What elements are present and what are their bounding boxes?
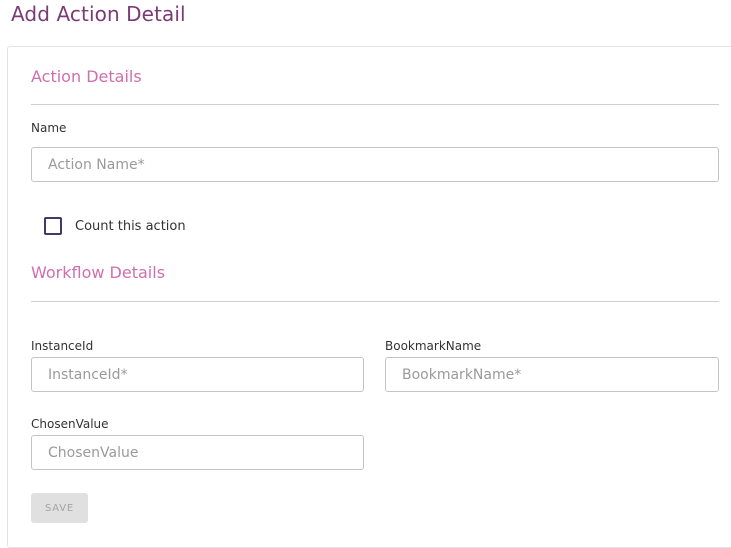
chosen-value-label: ChosenValue xyxy=(31,417,109,431)
count-action-checkbox[interactable] xyxy=(44,217,62,235)
save-button[interactable]: SAVE xyxy=(31,493,88,523)
name-label: Name xyxy=(31,121,67,135)
bookmark-name-input[interactable] xyxy=(385,357,719,392)
bookmark-name-label: BookmarkName xyxy=(385,339,482,353)
instance-id-label: InstanceId xyxy=(31,339,94,353)
action-name-input[interactable] xyxy=(31,147,719,182)
count-action-checkbox-row[interactable]: Count this action xyxy=(44,217,186,235)
workflow-details-divider xyxy=(31,301,719,302)
chosen-value-input[interactable] xyxy=(31,435,364,470)
workflow-details-heading: Workflow Details xyxy=(31,263,166,282)
page-title: Add Action Detail xyxy=(11,2,186,26)
count-action-label: Count this action xyxy=(75,218,186,234)
action-details-heading: Action Details xyxy=(31,67,142,86)
action-detail-form-card: Action Details Name Count this action Wo… xyxy=(7,46,731,548)
action-details-divider xyxy=(31,104,719,105)
instance-id-input[interactable] xyxy=(31,357,364,392)
